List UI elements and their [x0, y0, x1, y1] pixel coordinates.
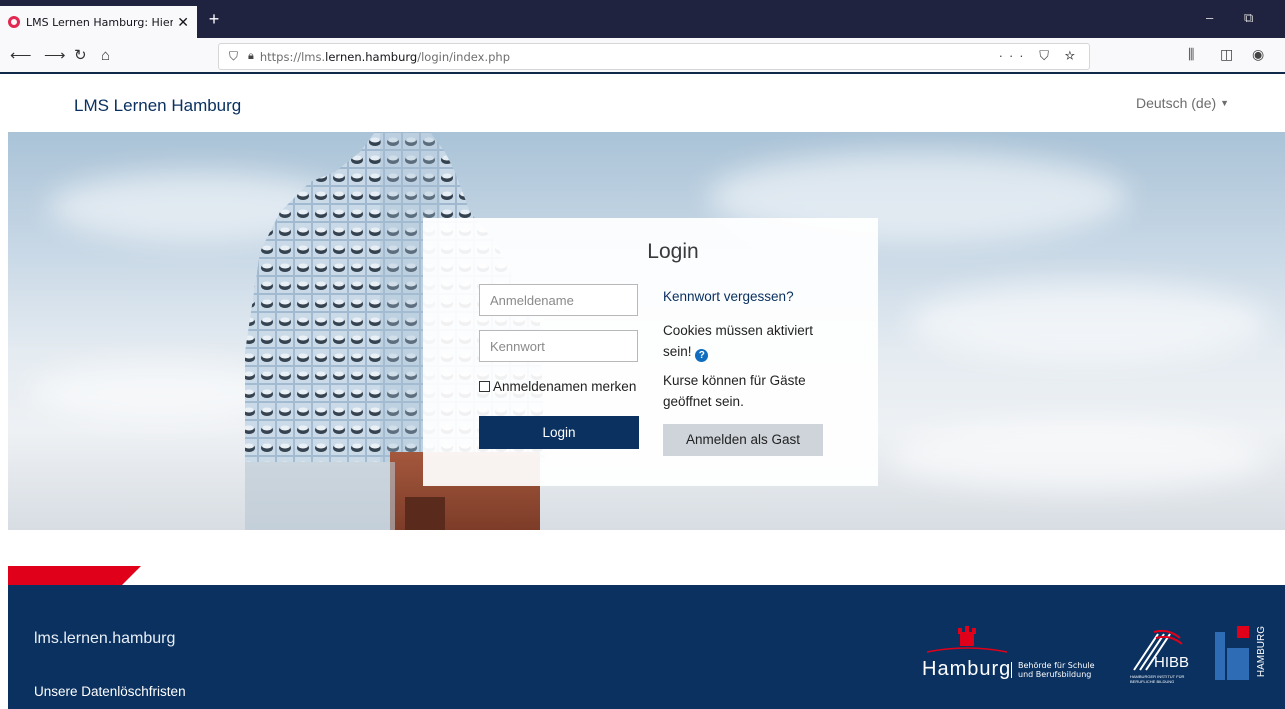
library-icon[interactable]: ⫼ — [1188, 46, 1194, 63]
site-favicon-icon — [8, 16, 20, 28]
account-icon[interactable]: ◉ — [1252, 46, 1264, 63]
hibb-wordmark: HIBB — [1154, 654, 1190, 671]
chevron-down-icon: ▼ — [1220, 98, 1230, 108]
forward-icon[interactable]: ⟶ — [44, 46, 66, 66]
restore-icon[interactable]: ⧉ — [1244, 10, 1253, 26]
li-hamburg-vertical-text: HAMBURG — [1256, 626, 1267, 678]
username-input[interactable] — [479, 284, 638, 316]
tab-title: LMS Lernen Hamburg: Hier kon — [26, 15, 174, 29]
bsb-line-2: und Berufsbildung — [1018, 670, 1092, 679]
home-icon[interactable]: ⌂ — [101, 46, 110, 66]
new-tab-button[interactable]: + — [204, 10, 224, 30]
guest-notice: Kurse können für Gäste geöffnet sein. — [663, 373, 806, 409]
data-deletion-link[interactable]: Unsere Datenlöschfristen — [34, 684, 186, 699]
remember-username-checkbox[interactable]: Anmeldenamen merken — [479, 379, 636, 394]
checkbox-box[interactable] — [479, 381, 490, 392]
tracking-shield-icon[interactable]: ⛉ — [229, 49, 238, 64]
cookies-notice: Cookies müssen aktiviert sein! ? — [663, 320, 838, 362]
login-title: Login — [647, 240, 699, 263]
browser-tab[interactable]: LMS Lernen Hamburg: Hier kon ✕ — [0, 6, 197, 38]
guest-login-button[interactable]: Anmelden als Gast — [663, 424, 823, 456]
back-icon[interactable]: ⟵ — [10, 46, 32, 66]
reload-icon[interactable]: ↻ — [74, 46, 87, 66]
site-brand[interactable]: LMS Lernen Hamburg — [74, 96, 241, 116]
bsb-line-1: Behörde für Schule — [1018, 661, 1095, 670]
footer-accent — [8, 566, 141, 586]
page-actions-icon[interactable]: ··· ⛉ ☆ — [999, 48, 1081, 64]
login-card: Login Anmeldenamen merken Login Kennwort… — [423, 218, 878, 486]
language-label: Deutsch (de) — [1136, 95, 1217, 111]
li-hamburg-logo[interactable]: HAMBURG — [1213, 624, 1273, 684]
hibb-logo[interactable]: HIBB HAMBURGER INSTITUT FÜR BERUFLICHE B… — [1128, 624, 1190, 684]
hibb-subtitle: HAMBURGER INSTITUT FÜR BERUFLICHE BILDUN… — [1130, 674, 1185, 684]
language-menu[interactable]: Deutsch (de) ▼ — [1136, 95, 1229, 111]
sidebar-icon[interactable]: ◫ — [1220, 46, 1233, 63]
url-text[interactable]: https://lms.lernen.hamburg/login/index.p… — [260, 50, 510, 64]
forgot-password-link[interactable]: Kennwort vergessen? — [663, 289, 794, 304]
browser-tab-bar: LMS Lernen Hamburg: Hier kon ✕ + – ⧉ — [0, 0, 1285, 38]
help-icon[interactable]: ? — [695, 349, 709, 362]
password-input[interactable] — [479, 330, 638, 362]
login-button[interactable]: Login — [479, 416, 639, 449]
cookies-text: Cookies müssen aktiviert sein! — [663, 323, 814, 359]
hamburg-castle-icon — [926, 626, 1008, 653]
remember-label: Anmeldenamen merken — [493, 379, 637, 394]
hamburg-bsb-logo[interactable]: Hamburg Behörde für Schule und Berufsbild… — [922, 626, 1107, 682]
tab-close-icon[interactable]: ✕ — [177, 14, 189, 31]
lock-icon[interactable]: 🔒︎ — [248, 50, 254, 63]
li-mark-icon — [1215, 626, 1249, 680]
hamburg-wordmark: Hamburg — [922, 658, 1012, 680]
footer-site-name: lms.lernen.hamburg — [34, 630, 176, 647]
url-bar[interactable]: ⛉ 🔒︎ https://lms.lernen.hamburg/login/in… — [218, 43, 1090, 70]
minimize-icon[interactable]: – — [1206, 10, 1213, 25]
